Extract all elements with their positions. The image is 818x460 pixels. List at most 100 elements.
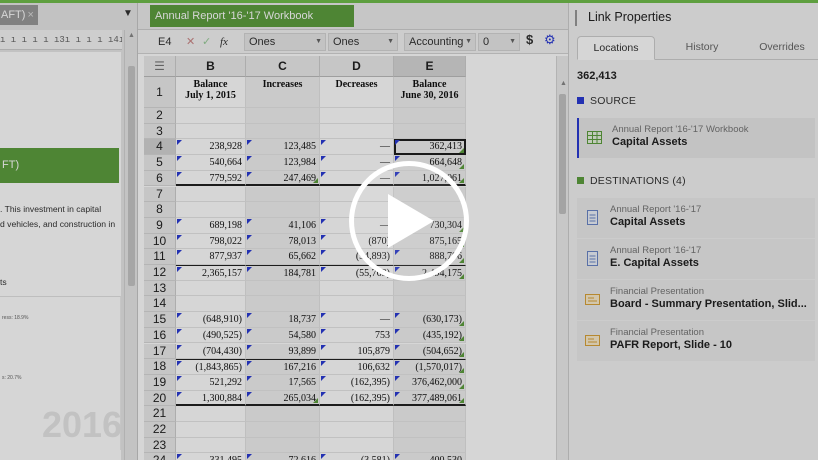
row-header[interactable]: 6	[144, 170, 176, 187]
row-header[interactable]: 1	[144, 77, 176, 108]
table-cell[interactable]	[320, 406, 394, 422]
table-cell[interactable]: (435,192)	[394, 327, 466, 344]
table-cell[interactable]	[394, 406, 466, 422]
table-cell[interactable]	[394, 422, 466, 438]
table-cell[interactable]: 184,781	[246, 265, 320, 281]
row-header[interactable]: 3	[144, 123, 176, 140]
decimals-select[interactable]: 0 ▼	[478, 33, 520, 51]
table-cell[interactable]: 93,899	[246, 343, 320, 360]
table-cell[interactable]: Balance June 30, 2016	[394, 77, 466, 108]
row-header[interactable]: 7	[144, 186, 176, 203]
table-cell[interactable]	[246, 186, 320, 203]
row-header[interactable]: 15	[144, 312, 176, 328]
table-cell[interactable]	[320, 280, 394, 297]
table-cell[interactable]	[394, 280, 466, 297]
table-cell[interactable]: 78,013	[246, 233, 320, 250]
table-cell[interactable]: 123,485	[246, 139, 320, 156]
cancel-icon[interactable]: ✕	[186, 35, 195, 49]
row-header[interactable]: 24	[144, 453, 176, 460]
row-header[interactable]: 13	[144, 280, 176, 297]
row-header[interactable]: 19	[144, 374, 176, 391]
column-header-b[interactable]: B	[176, 56, 246, 77]
row-header[interactable]: 5	[144, 155, 176, 171]
column-header-e[interactable]: E	[394, 56, 466, 77]
table-cell[interactable]: 106,632	[320, 359, 394, 375]
table-cell[interactable]: 753	[320, 327, 394, 344]
table-cell[interactable]	[246, 437, 320, 454]
table-cell[interactable]: 247,469	[246, 170, 320, 187]
table-cell[interactable]	[176, 186, 246, 203]
row-header[interactable]: 23	[144, 437, 176, 454]
scroll-up-icon[interactable]: ▲	[128, 32, 135, 39]
scroll-up-icon[interactable]: ▲	[560, 80, 567, 87]
tab-locations[interactable]: Locations	[577, 36, 655, 60]
row-header[interactable]: 11	[144, 249, 176, 265]
table-cell[interactable]: (504,652)	[394, 343, 466, 360]
table-cell[interactable]: 377,489,061	[394, 390, 466, 407]
source-link-item[interactable]: Annual Report '16-'17 Workbook Capital A…	[577, 118, 815, 158]
destination-link-item[interactable]: Financial Presentation PAFR Report, Slid…	[577, 321, 815, 361]
size-select[interactable]: Ones ▼	[328, 33, 398, 51]
table-cell[interactable]: (162,395)	[320, 374, 394, 391]
row-header[interactable]: 20	[144, 390, 176, 407]
table-cell[interactable]: 521,292	[176, 374, 246, 391]
table-cell[interactable]	[176, 422, 246, 438]
table-cell[interactable]	[394, 437, 466, 454]
row-header[interactable]: 17	[144, 343, 176, 360]
table-cell[interactable]	[320, 296, 394, 313]
scrollbar-thumb[interactable]	[559, 94, 566, 214]
table-cell[interactable]: 65,662	[246, 249, 320, 265]
destination-link-item[interactable]: Financial Presentation Board - Summary P…	[577, 280, 815, 320]
table-cell[interactable]: 400,530	[394, 453, 466, 460]
table-cell[interactable]: —	[320, 312, 394, 328]
table-cell[interactable]: Balance July 1, 2015	[176, 77, 246, 108]
font-select[interactable]: Ones ▼	[244, 33, 326, 51]
tab-overrides[interactable]: Overrides	[745, 36, 818, 60]
table-cell[interactable]: 362,413	[394, 139, 466, 156]
table-cell[interactable]: 689,198	[176, 217, 246, 234]
row-header[interactable]: 18	[144, 359, 176, 375]
table-cell[interactable]: 331,495	[176, 453, 246, 460]
table-cell[interactable]	[246, 280, 320, 297]
destination-link-item[interactable]: Annual Report '16-'17 Capital Assets	[577, 198, 815, 238]
table-cell[interactable]: 540,664	[176, 155, 246, 171]
table-cell[interactable]: —	[320, 139, 394, 156]
column-header-c[interactable]: C	[246, 56, 320, 77]
table-cell[interactable]	[246, 406, 320, 422]
table-cell[interactable]: 72,616	[246, 453, 320, 460]
table-cell[interactable]	[176, 108, 246, 124]
panel-grip-icon[interactable]	[575, 10, 577, 26]
format-select[interactable]: Accounting ▼	[404, 33, 476, 51]
table-cell[interactable]	[176, 123, 246, 140]
table-cell[interactable]	[176, 202, 246, 218]
table-cell[interactable]: Increases	[246, 77, 320, 108]
table-cell[interactable]	[246, 108, 320, 124]
chevron-down-icon[interactable]: ▼	[122, 7, 134, 21]
table-cell[interactable]: 238,928	[176, 139, 246, 156]
row-header[interactable]: 22	[144, 422, 176, 438]
table-cell[interactable]: 41,106	[246, 217, 320, 234]
table-cell[interactable]: 17,565	[246, 374, 320, 391]
table-cell[interactable]: Decreases	[320, 77, 394, 108]
cell-reference[interactable]: E4	[158, 35, 171, 49]
table-cell[interactable]	[176, 406, 246, 422]
table-cell[interactable]: 265,034	[246, 390, 320, 407]
document-scrollbar[interactable]: ▲	[124, 30, 137, 460]
play-button[interactable]	[349, 161, 469, 281]
table-cell[interactable]: 2,365,157	[176, 265, 246, 281]
table-cell[interactable]: 167,216	[246, 359, 320, 375]
table-cell[interactable]: 376,462,000	[394, 374, 466, 391]
destination-link-item[interactable]: Annual Report '16-'17 E. Capital Assets	[577, 239, 815, 279]
table-cell[interactable]	[176, 437, 246, 454]
row-header[interactable]: 9	[144, 217, 176, 234]
table-cell[interactable]: (630,173)	[394, 312, 466, 328]
workbook-tab[interactable]: Annual Report '16-'17 Workbook (DRAFT)	[150, 5, 354, 44]
table-cell[interactable]	[394, 296, 466, 313]
table-cell[interactable]	[320, 123, 394, 140]
table-cell[interactable]: (704,430)	[176, 343, 246, 360]
table-cell[interactable]: (648,910)	[176, 312, 246, 328]
row-header[interactable]: 4	[144, 139, 176, 156]
table-cell[interactable]: 18,737	[246, 312, 320, 328]
confirm-icon[interactable]: ✓	[202, 35, 211, 49]
table-cell[interactable]: 1,300,884	[176, 390, 246, 407]
